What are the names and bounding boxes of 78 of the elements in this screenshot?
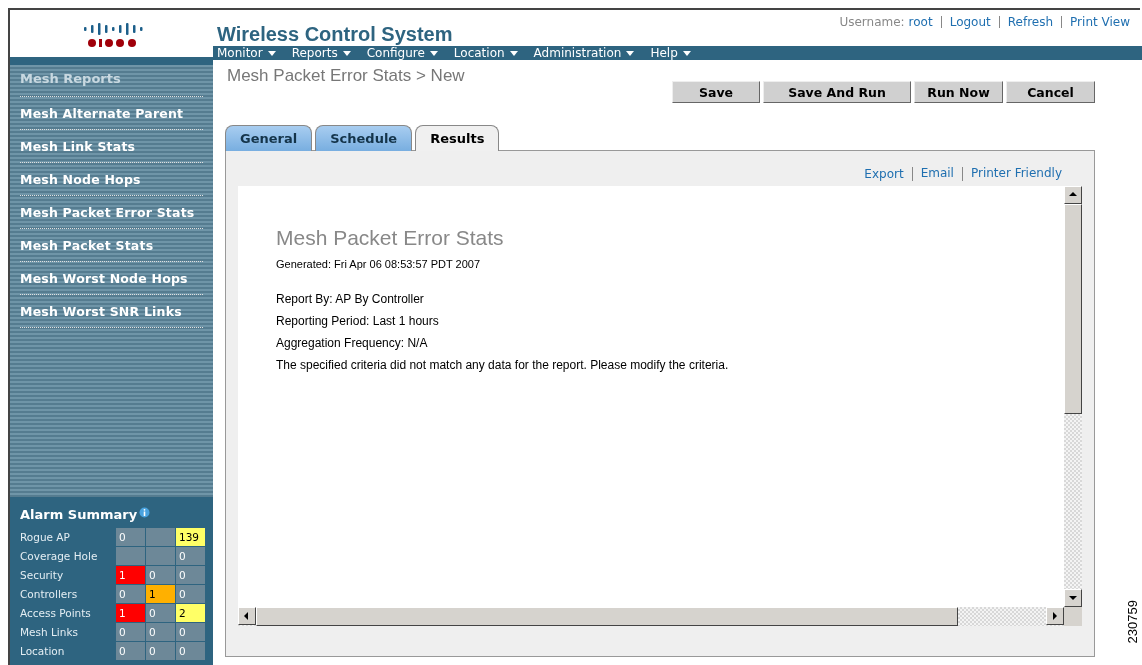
- alarm-label: Mesh Links: [20, 625, 79, 640]
- alarm-count[interactable]: 0: [116, 623, 145, 641]
- sidebar-item[interactable]: Mesh Worst Node Hops: [20, 262, 203, 295]
- caret-icon: [342, 50, 351, 56]
- alarm-label: Rogue AP: [20, 530, 71, 545]
- caret-icon: [682, 50, 691, 56]
- sidebar-item[interactable]: Mesh Worst SNR Links: [20, 295, 203, 328]
- alarm-count[interactable]: 1: [116, 566, 145, 584]
- alarm-label: Controllers: [20, 587, 79, 602]
- sidebar-heading: Mesh Reports: [20, 71, 203, 97]
- alarm-count[interactable]: 0: [146, 604, 175, 622]
- tab[interactable]: Schedule: [315, 125, 413, 151]
- nav-menu[interactable]: Reports: [291, 46, 351, 60]
- alarm-count[interactable]: 0: [176, 585, 205, 603]
- alarm-count[interactable]: 1: [116, 604, 145, 622]
- alarm-count[interactable]: 0: [146, 566, 175, 584]
- app-title: Wireless Control System: [217, 23, 453, 46]
- nav-menu[interactable]: Help: [650, 46, 691, 60]
- alarm-label: Access Points: [20, 606, 92, 621]
- alarm-count[interactable]: 0: [176, 642, 205, 660]
- caret-icon: [429, 50, 438, 56]
- generated-text: Generated: Fri Apr 06 08:53:57 PDT 2007: [276, 258, 482, 270]
- scrollbar-corner: [1064, 607, 1082, 626]
- report-title: Mesh Packet Error Stats: [276, 226, 505, 250]
- alarm-summary-title: Alarm Summary: [20, 507, 138, 522]
- alarm-label: Coverage Hole: [20, 549, 99, 564]
- action-button[interactable]: Save And Run: [763, 81, 911, 103]
- vertical-scrollbar[interactable]: [1064, 186, 1082, 607]
- sidebar-item[interactable]: Mesh Link Stats: [20, 130, 203, 163]
- username-label: Username:: [839, 15, 905, 29]
- alarm-count[interactable]: 139: [176, 528, 205, 546]
- nav-menu[interactable]: Configure: [366, 46, 438, 60]
- right-arrow-icon: [1050, 611, 1060, 621]
- result-link[interactable]: Printer Friendly: [961, 167, 1062, 181]
- username-link[interactable]: root: [908, 15, 933, 29]
- scroll-thumb[interactable]: [1064, 204, 1082, 414]
- action-button[interactable]: Run Now: [914, 81, 1003, 103]
- alarm-count[interactable]: 0: [146, 623, 175, 641]
- header-link[interactable]: Logout: [940, 16, 991, 28]
- caret-icon: [626, 50, 635, 56]
- nav-menu[interactable]: Location: [453, 46, 518, 60]
- caret-icon: [509, 50, 518, 56]
- result-link[interactable]: Export: [864, 167, 904, 181]
- sidebar-item[interactable]: Mesh Alternate Parent: [20, 97, 203, 130]
- result-link[interactable]: Email: [911, 167, 954, 181]
- action-button[interactable]: Save: [672, 81, 760, 103]
- caret-icon: [267, 50, 276, 56]
- down-arrow-icon: [1068, 593, 1078, 603]
- horizontal-scrollbar[interactable]: [238, 607, 1064, 626]
- alarm-count[interactable]: 0: [116, 528, 145, 546]
- figure-number: 230759: [1125, 599, 1140, 643]
- report-line: The specified criteria did not match any data for the report. Please modify the criteria.: [276, 357, 730, 374]
- tab[interactable]: General: [225, 125, 313, 151]
- page-title: Mesh Packet Error Stats > New: [227, 66, 465, 86]
- sidebar-item[interactable]: Mesh Packet Stats: [20, 229, 203, 262]
- alarm-count[interactable]: 2: [176, 604, 205, 622]
- alarm-label: Location: [20, 644, 66, 659]
- alarm-count[interactable]: 0: [176, 566, 205, 584]
- alarm-count[interactable]: 0: [116, 642, 145, 660]
- alarm-count[interactable]: 0: [176, 547, 205, 565]
- report-line: Aggregation Frequency: N/A: [276, 335, 429, 352]
- report-line: Report By: AP By Controller: [276, 291, 425, 308]
- sidebar-item[interactable]: Mesh Packet Error Stats: [20, 196, 203, 229]
- alarm-count[interactable]: 1: [146, 585, 175, 603]
- alarm-count[interactable]: 0: [146, 642, 175, 660]
- alarm-label: Security: [20, 568, 65, 583]
- header-link[interactable]: Refresh: [998, 16, 1054, 28]
- info-icon[interactable]: [139, 507, 151, 519]
- action-button[interactable]: Cancel: [1006, 81, 1095, 103]
- report-line: Reporting Period: Last 1 hours: [276, 313, 440, 330]
- alarm-count[interactable]: 0: [176, 623, 205, 641]
- header-link[interactable]: Print View: [1061, 16, 1130, 28]
- tab[interactable]: Results: [415, 125, 500, 151]
- scroll-thumb[interactable]: [256, 607, 958, 626]
- nav-menu[interactable]: Administration: [533, 46, 635, 60]
- sidebar-item[interactable]: Mesh Node Hops: [20, 163, 203, 196]
- alarm-count[interactable]: 0: [116, 585, 145, 603]
- nav-menu[interactable]: Monitor: [217, 46, 276, 60]
